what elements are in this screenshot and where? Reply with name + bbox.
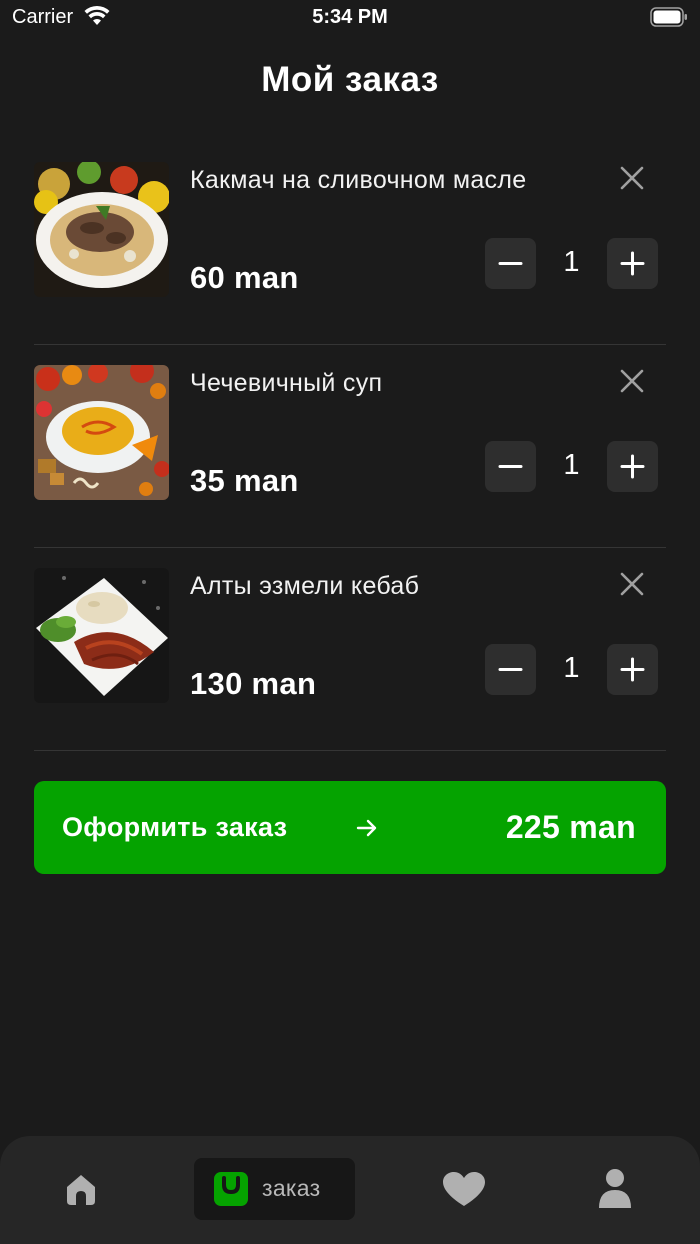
status-bar: Carrier 5:34 PM <box>0 0 700 40</box>
close-icon[interactable] <box>618 164 646 192</box>
battery-icon <box>650 7 687 27</box>
checkout-total: 225 man <box>505 809 636 845</box>
dish-kakmach-photo <box>34 162 169 297</box>
item-price: 130 man <box>190 666 317 701</box>
bag-icon <box>214 1172 248 1206</box>
heart-icon <box>443 1172 485 1206</box>
decrease-quantity-button[interactable] <box>485 644 536 695</box>
tab-favorites[interactable] <box>438 1158 490 1220</box>
order-item: Алты эзмели кебаб 130 man 1 <box>34 548 666 751</box>
checkout-label: Оформить заказ <box>62 812 288 842</box>
item-price: 35 man <box>190 463 299 498</box>
quantity-value: 1 <box>563 449 580 481</box>
minus-icon <box>498 262 523 265</box>
order-item: Какмач на сливочном масле 60 man 1 <box>34 142 666 345</box>
order-list: Какмач на сливочном масле 60 man 1 Чечев… <box>34 142 666 751</box>
dish-kebab-photo <box>34 568 169 703</box>
item-name: Чечевичный суп <box>190 369 383 397</box>
tab-order-label: заказ <box>262 1175 321 1201</box>
plus-icon <box>620 251 645 276</box>
minus-icon <box>498 465 523 468</box>
dish-lentil-soup-photo <box>34 365 169 500</box>
status-time: 5:34 PM <box>312 6 388 28</box>
increase-quantity-button[interactable] <box>607 644 658 695</box>
increase-quantity-button[interactable] <box>607 441 658 492</box>
increase-quantity-button[interactable] <box>607 238 658 289</box>
home-icon <box>67 1175 95 1205</box>
user-icon <box>599 1169 631 1208</box>
minus-icon <box>498 668 523 671</box>
page-title: Мой заказ <box>261 60 439 99</box>
tab-order[interactable]: заказ <box>194 1158 355 1220</box>
item-name: Алты эзмели кебаб <box>190 572 420 600</box>
quantity-value: 1 <box>563 652 580 684</box>
tab-profile[interactable] <box>590 1158 640 1220</box>
quantity-stepper: 1 <box>485 441 658 493</box>
plus-icon <box>620 454 645 479</box>
checkout-button[interactable]: Оформить заказ 225 man <box>34 781 666 874</box>
tab-home[interactable] <box>55 1158 105 1220</box>
item-price: 60 man <box>190 260 299 295</box>
arrow-right-icon <box>356 819 377 837</box>
close-icon[interactable] <box>618 367 646 395</box>
quantity-value: 1 <box>563 246 580 278</box>
tab-bar: заказ <box>0 1136 700 1244</box>
close-icon[interactable] <box>618 570 646 598</box>
quantity-stepper: 1 <box>485 644 658 696</box>
item-name: Какмач на сливочном масле <box>190 166 527 194</box>
decrease-quantity-button[interactable] <box>485 441 536 492</box>
quantity-stepper: 1 <box>485 238 658 290</box>
order-item: Чечевичный суп 35 man 1 <box>34 345 666 548</box>
plus-icon <box>620 657 645 682</box>
decrease-quantity-button[interactable] <box>485 238 536 289</box>
